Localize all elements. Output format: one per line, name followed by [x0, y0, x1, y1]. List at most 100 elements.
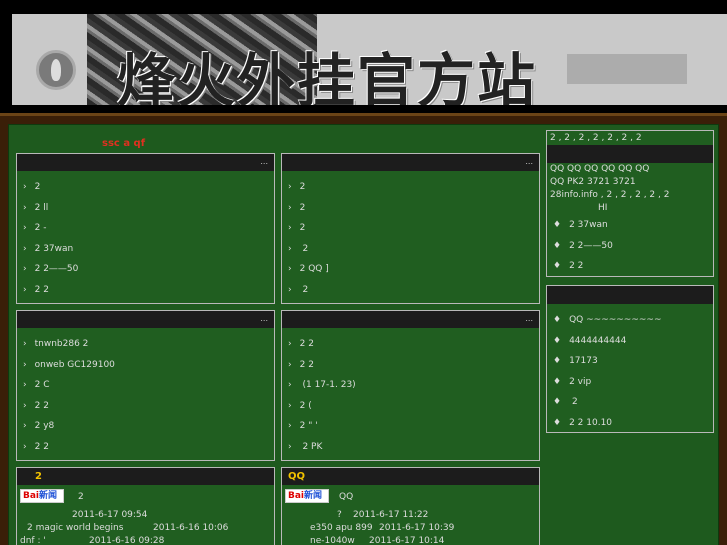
list-item[interactable]: › 2 " '	[288, 416, 539, 437]
bullet-icon: ›	[23, 182, 27, 192]
panel-header	[547, 145, 713, 163]
list-item[interactable]: ♦ 2 37wan	[553, 215, 713, 236]
panel-3: ... › tnwnb286 2 › onweb GC129100 › 2 C › 2 …	[16, 310, 275, 461]
bullet-icon: ♦	[553, 240, 562, 251]
keyword-row[interactable]: 2 , 2 , 2 , 2 , 2 , 2 , 2	[547, 131, 713, 145]
panel-news-1: 2 Bai新闻 2 2011-6-17 09:54 2 magic world b…	[16, 467, 275, 545]
site-banner: 烽火外挂官方站	[12, 14, 727, 105]
list-item[interactable]: ♦ 2 2——50	[553, 236, 713, 257]
list-item[interactable]: › 2 37wan	[23, 239, 274, 260]
news-row[interactable]: ? 2011-6-17 11:22	[285, 509, 535, 522]
news-row[interactable]: dnf : ' 2011-6-16 09:28	[20, 535, 270, 545]
baidu-news-icon[interactable]: Bai新闻	[285, 489, 329, 503]
list-item[interactable]: › 2 PK	[288, 437, 539, 458]
panel-header: 2	[17, 468, 274, 485]
bullet-icon: ♦	[553, 397, 562, 407]
list-item[interactable]: › 2 y8	[23, 416, 274, 437]
list-item[interactable]: › 2 C	[23, 375, 274, 396]
bullet-icon: ›	[288, 339, 292, 349]
bullet-icon: ›	[23, 441, 27, 452]
bullet-icon: ♦	[553, 261, 562, 271]
more-link[interactable]: ...	[525, 157, 533, 166]
news-header-text: QQ	[339, 491, 354, 502]
bullet-icon: ♦	[553, 376, 562, 387]
bullet-icon: ›	[288, 441, 292, 452]
bullet-icon: ♦	[553, 335, 562, 346]
bullet-icon: ›	[288, 421, 292, 431]
site-logo-icon	[36, 50, 76, 90]
list-item[interactable]: ♦ 2 vip	[553, 372, 713, 393]
bullet-icon: ›	[288, 380, 292, 390]
bullet-icon: ›	[23, 400, 27, 411]
list-item[interactable]: › 2	[288, 239, 539, 260]
list-item[interactable]: › 2 QQ ]	[288, 259, 539, 280]
news-row[interactable]: ne-1040w 2011-6-17 10:14	[285, 535, 535, 545]
bullet-icon: ♦	[553, 356, 562, 366]
list-item[interactable]: › 2 (	[288, 396, 539, 417]
list-item[interactable]: ♦ 17173	[553, 351, 713, 372]
info-row[interactable]: 28info.info , 2 , 2 , 2 , 2 , 2	[550, 189, 713, 202]
bullet-icon: ›	[23, 339, 27, 349]
list-item[interactable]: › 2 -	[23, 218, 274, 239]
list-item[interactable]: › tnwnb286 2	[23, 334, 274, 355]
main-frame: ssc a qf ... › 2 › 2 ll › 2 - › 2 37wan › 2 2…	[0, 113, 727, 545]
list-item[interactable]: › onweb GC129100	[23, 355, 274, 376]
news-row[interactable]: 2011-6-17 09:54	[20, 509, 270, 522]
bullet-icon: ›	[23, 359, 27, 370]
list-item[interactable]: ♦ 2 2	[553, 256, 713, 276]
list-item[interactable]: ♦ QQ ~~~~~~~~~~	[553, 310, 713, 331]
content-area: ssc a qf ... › 2 › 2 ll › 2 - › 2 37wan › 2 2…	[8, 124, 719, 545]
bullet-icon: ›	[288, 202, 292, 213]
bullet-icon: ›	[288, 400, 292, 411]
panel-header: QQ	[282, 468, 539, 485]
news-header-text: 2	[78, 491, 84, 502]
list-item[interactable]: ♦ 4444444444	[553, 331, 713, 352]
list-item[interactable]: › 2 ll	[23, 198, 274, 219]
more-link[interactable]: ...	[260, 157, 268, 166]
bullet-icon: ›	[23, 284, 27, 295]
panel-2: ... › 2 › 2 › 2 › 2 › 2 QQ ] › 2	[281, 153, 540, 304]
bullet-icon: ›	[23, 202, 27, 213]
panel-header: ...	[17, 154, 274, 171]
list-item[interactable]: › (1 17-1. 23)	[288, 375, 539, 396]
list-item[interactable]: › 2 2——50	[23, 259, 274, 280]
list-item[interactable]: › 2	[288, 198, 539, 219]
panel-title: QQ	[288, 471, 306, 482]
list-item[interactable]: › 2	[288, 177, 539, 198]
info-row[interactable]: QQ PK2 3721 3721	[550, 176, 713, 189]
qq-links-row[interactable]: QQ QQ QQ QQ QQ QQ	[550, 163, 713, 176]
more-link[interactable]: ...	[260, 314, 268, 323]
panel-1: ... › 2 › 2 ll › 2 - › 2 37wan › 2 2——50 › 2 2	[16, 153, 275, 304]
list-item[interactable]: › 2	[288, 218, 539, 239]
list-item[interactable]: ♦ 2	[553, 392, 713, 413]
list-item[interactable]: ♦ 2 2 10.10	[553, 413, 713, 434]
bullet-icon: ♦	[553, 417, 562, 428]
bullet-icon: ♦	[553, 315, 562, 325]
scrolling-notice[interactable]: ssc a qf	[102, 138, 145, 149]
list-item[interactable]: › 2 2	[23, 396, 274, 417]
news-row[interactable]: e350 apu 899 2011-6-17 10:39	[285, 522, 535, 535]
hi-text: HI	[598, 203, 608, 213]
bullet-icon: ♦	[553, 220, 562, 230]
bullet-icon: ›	[23, 380, 27, 390]
right-panel-1: 2 , 2 , 2 , 2 , 2 , 2 , 2 QQ QQ QQ QQ QQ…	[546, 130, 714, 277]
panel-header: ...	[282, 311, 539, 328]
bullet-icon: ›	[288, 264, 292, 274]
panel-header: ...	[282, 154, 539, 171]
bullet-icon: ›	[23, 421, 27, 431]
bullet-icon: ›	[288, 223, 292, 233]
more-link[interactable]: ...	[525, 314, 533, 323]
list-item[interactable]: › 2	[23, 177, 274, 198]
list-item[interactable]: › 2 2	[288, 334, 539, 355]
baidu-news-icon[interactable]: Bai新闻	[20, 489, 64, 503]
site-title: 烽火外挂官方站	[117, 47, 538, 105]
bullet-icon: ›	[23, 243, 27, 254]
bullet-icon: ›	[288, 243, 292, 254]
panel-header: ...	[17, 311, 274, 328]
news-row[interactable]: 2 magic world begins 2011-6-16 10:06	[20, 522, 270, 535]
list-item[interactable]: › 2 2	[23, 437, 274, 458]
list-item[interactable]: › 2 2	[23, 280, 274, 301]
bullet-icon: ›	[23, 223, 27, 233]
list-item[interactable]: › 2	[288, 280, 539, 301]
list-item[interactable]: › 2 2	[288, 355, 539, 376]
